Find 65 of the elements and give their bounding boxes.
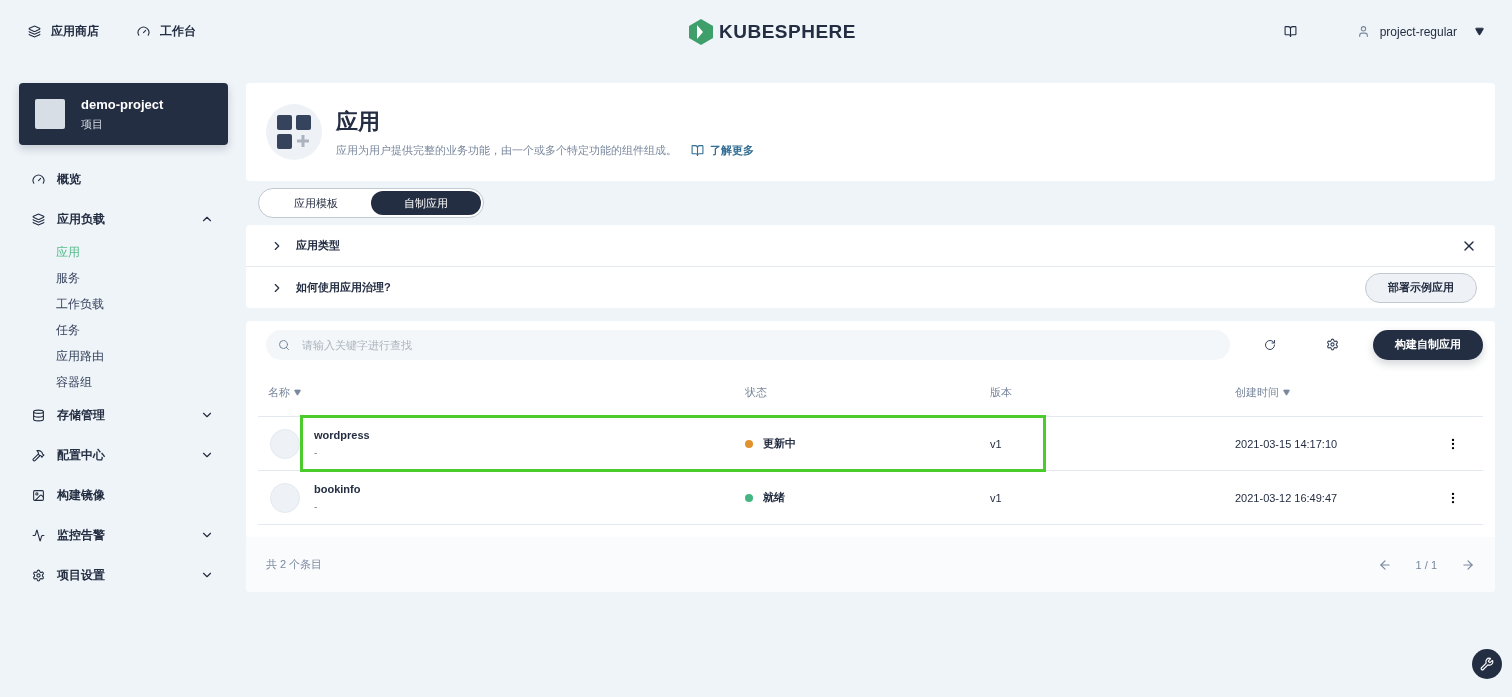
sidebar-item[interactable]: 监控告警 [32,515,214,555]
sidebar-item[interactable]: 配置中心 [32,435,214,475]
app-description: - [314,501,319,512]
project-card[interactable]: demo-project 项目 [19,83,228,145]
total-count: 共 2 个条目 [266,557,324,572]
created-time: 2021-03-12 16:49:47 [1235,491,1339,504]
sidebar-subitem[interactable]: 容器组 [32,369,214,395]
column-header[interactable]: 创建时间 [1235,384,1423,400]
nav-link[interactable]: 工作台 [137,23,196,40]
column-header: 状态 [745,384,768,400]
search-field[interactable]: 请输入关键字进行查找 [266,329,1230,360]
book-icon [691,143,704,157]
app-description: - [314,447,319,458]
caret-icon[interactable] [1475,27,1484,36]
sidebar-subitem[interactable]: 应用路由 [32,343,214,369]
sort-caret-icon[interactable] [1283,388,1290,396]
layers-icon [28,25,41,38]
search-icon [278,338,290,351]
deploy-sample-button[interactable]: 部署示例应用 [1365,272,1477,303]
wrench-icon [1480,657,1494,671]
project-icon [35,99,65,129]
nav-link[interactable]: 应用商店 [28,23,99,40]
project-type: 项目 [81,116,104,132]
tip-title[interactable]: 应用类型 [296,238,1449,253]
sidebar-subitem[interactable]: 任务 [32,317,214,343]
sidebar-item[interactable]: 构建镜像 [32,475,214,515]
project-name: demo-project [81,96,164,112]
toolbox-button[interactable] [1472,649,1502,679]
tip-title[interactable]: 如何使用应用治理? [296,280,1353,295]
logo-text: KUBESPHERE [719,21,856,43]
apps-icon [266,104,322,160]
tab[interactable]: 应用模板 [261,191,371,215]
column-header: 版本 [990,384,1013,400]
created-time: 2021-03-15 14:17:10 [1235,437,1339,450]
sidebar-item[interactable]: 项目设置 [32,555,214,595]
logo-icon [689,19,713,45]
sidebar-item[interactable]: 应用负载 [32,199,214,239]
app-icon [270,482,300,513]
book-icon[interactable] [1283,25,1297,38]
app-name[interactable]: bookinfo [314,483,361,495]
settings-icon [32,568,45,582]
tab[interactable]: 自制应用 [371,191,481,215]
app-name[interactable]: wordpress [314,429,370,441]
previous-page-icon[interactable] [1377,557,1392,572]
version-text: v1 [990,491,1003,504]
page-indicator: 1 / 1 [1415,558,1437,571]
version-text: v1 [990,437,1003,450]
next-page-icon[interactable] [1461,557,1475,572]
user-name[interactable]: project-regular [1379,24,1457,39]
sidebar-subitem[interactable]: 服务 [32,265,214,291]
gauge-icon [137,25,150,38]
sort-caret-icon[interactable] [294,388,301,396]
user-icon [1356,25,1370,38]
sidebar-item[interactable]: 存储管理 [32,395,214,435]
sidebar-item[interactable]: 概览 [32,159,214,199]
page-title: 应用 [336,107,381,136]
search-input[interactable]: 请输入关键字进行查找 [300,337,1230,352]
app-icon [270,428,300,459]
page-description: 应用为用户提供完整的业务功能，由一个或多个特定功能的组件组成。 [336,142,677,158]
learn-more-link[interactable]: 了解更多 [691,142,754,158]
sidebar-subitem[interactable]: 工作负载 [32,291,214,317]
status-text: 就绪 [763,490,785,505]
column-header[interactable]: 名称 [258,384,745,400]
create-app-button[interactable]: 构建自制应用 [1373,329,1483,360]
status-text: 更新中 [763,436,796,451]
